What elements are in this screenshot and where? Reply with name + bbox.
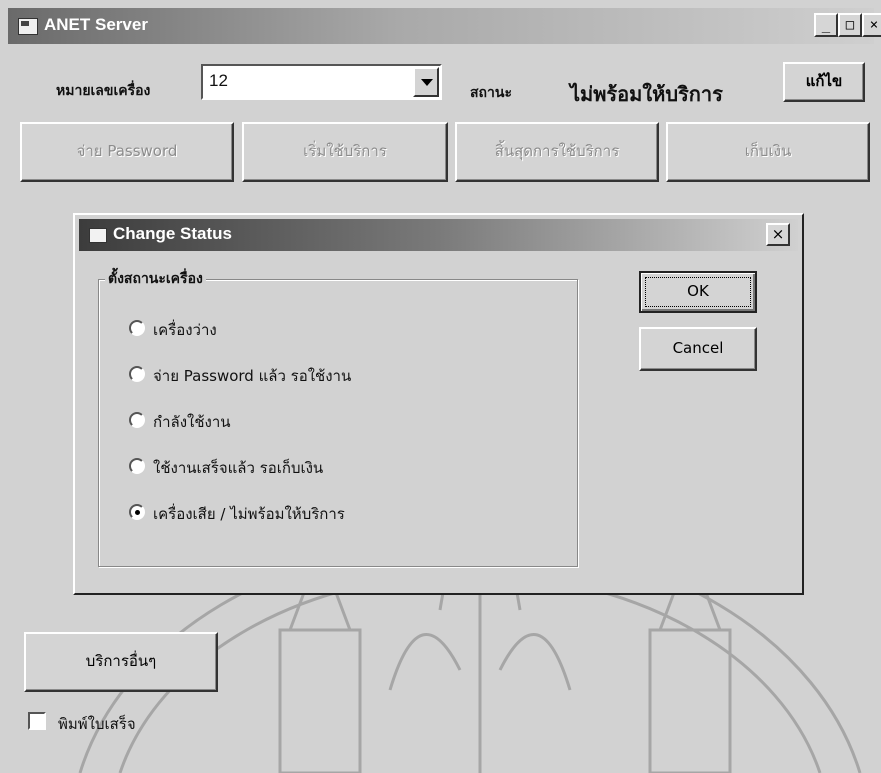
minimize-button[interactable]: _ [814, 13, 838, 37]
radio-button[interactable] [129, 366, 145, 382]
collect-money-button[interactable]: เก็บเงิน [666, 122, 870, 182]
end-service-button[interactable]: สิ้นสุดการใช้บริการ [455, 122, 659, 182]
focus-indicator [645, 277, 751, 307]
radio-button[interactable] [129, 412, 145, 428]
radio-label: เครื่องเสีย / ไม่พร้อมให้บริการ [153, 505, 345, 523]
status-value: ไม่พร้อมให้บริการ [570, 82, 723, 106]
radio-button-selected[interactable] [129, 504, 145, 520]
print-receipt-label: พิมพ์ใบเสร็จ [58, 715, 136, 733]
anet-server-window: ANET Server _ □ × หมายเลขเครื่อง 12 สถาน… [0, 0, 881, 773]
print-receipt-checkbox[interactable] [28, 712, 46, 730]
machine-number-label: หมายเลขเครื่อง [56, 83, 151, 99]
radio-button[interactable] [129, 320, 145, 336]
title-bar: ANET Server _ □ × [8, 8, 881, 44]
radio-button[interactable] [129, 458, 145, 474]
close-button[interactable]: × [862, 13, 881, 37]
dialog-window-icon [89, 228, 107, 243]
start-service-button[interactable]: เริ่มใช้บริการ [242, 122, 448, 182]
edit-button[interactable]: แก้ไข [783, 62, 865, 102]
give-password-button[interactable]: จ่าย Password [20, 122, 234, 182]
radio-label: กำลังใช้งาน [153, 413, 231, 431]
radio-label: จ่าย Password แล้ว รอใช้งาน [153, 367, 352, 385]
app-window-icon [18, 18, 38, 35]
dropdown-arrow-icon[interactable] [413, 67, 439, 97]
maximize-button[interactable]: □ [838, 13, 862, 37]
dialog-title-bar: Change Status × [79, 219, 798, 251]
machine-number-combobox[interactable]: 12 [201, 64, 442, 100]
group-caption: ตั้งสถานะเครื่อง [105, 268, 206, 290]
machine-status-group: ตั้งสถานะเครื่อง เครื่องว่าง จ่าย Passwo… [98, 268, 578, 567]
machine-number-value: 12 [209, 71, 228, 90]
dialog-close-button[interactable]: × [766, 223, 790, 246]
other-services-button[interactable]: บริการอื่นๆ [24, 632, 218, 692]
window-title: ANET Server [44, 15, 148, 34]
change-status-dialog: Change Status × ตั้งสถานะเครื่อง เครื่อง… [73, 213, 804, 595]
status-label: สถานะ [470, 85, 512, 101]
ok-button[interactable]: OK [639, 271, 757, 313]
cancel-button[interactable]: Cancel [639, 327, 757, 371]
radio-label: ใช้งานเสร็จแล้ว รอเก็บเงิน [153, 459, 324, 477]
dialog-title: Change Status [113, 224, 233, 243]
radio-label: เครื่องว่าง [153, 321, 217, 339]
